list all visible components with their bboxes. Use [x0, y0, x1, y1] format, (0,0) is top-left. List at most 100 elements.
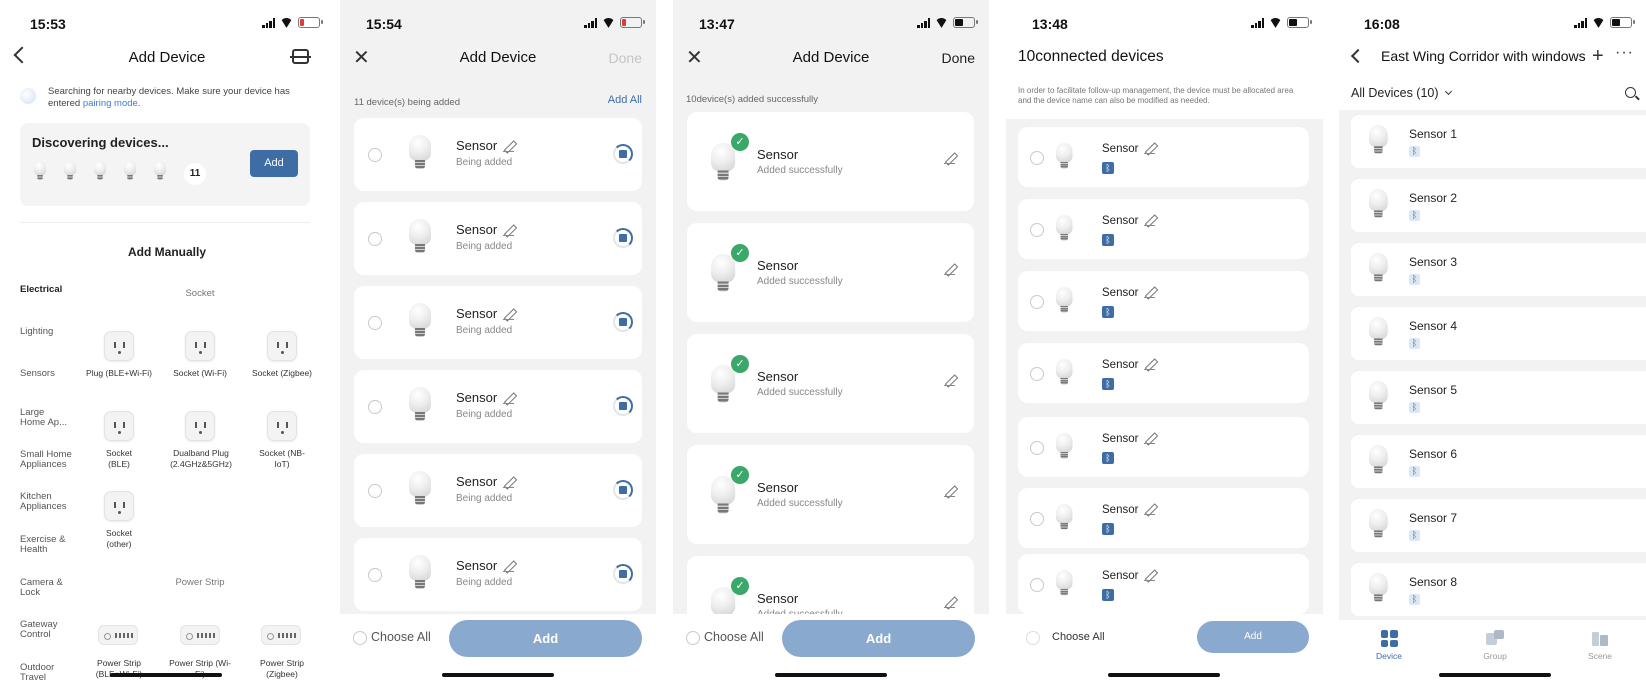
- choose-all-label[interactable]: Choose All: [704, 630, 764, 644]
- choose-all-radio[interactable]: [1026, 631, 1040, 645]
- select-radio[interactable]: [1030, 367, 1044, 381]
- category-electrical[interactable]: Electrical: [20, 285, 80, 295]
- pencil-icon[interactable]: [944, 486, 955, 497]
- device-card[interactable]: ✓ Sensor Added successfully: [687, 112, 974, 211]
- pencil-icon[interactable]: [503, 309, 515, 321]
- pencil-icon[interactable]: [503, 393, 515, 405]
- device-card[interactable]: Sensor Being added: [354, 202, 642, 275]
- choose-all-radio[interactable]: [353, 631, 367, 645]
- device-card[interactable]: Sensor ᛒ: [1018, 199, 1309, 259]
- select-radio[interactable]: [368, 316, 382, 330]
- device-card[interactable]: Sensor 2 ᛒ: [1351, 179, 1646, 232]
- select-radio[interactable]: [1030, 512, 1044, 526]
- pencil-icon[interactable]: [1144, 359, 1156, 371]
- device-card[interactable]: Sensor Being added: [354, 370, 642, 443]
- socket-icon[interactable]: [104, 411, 134, 441]
- device-card[interactable]: Sensor 7 ᛒ: [1351, 499, 1646, 552]
- socket-icon[interactable]: [104, 491, 134, 521]
- device-card[interactable]: Sensor Being added: [354, 454, 642, 527]
- select-radio[interactable]: [368, 148, 382, 162]
- add-all-link[interactable]: Add All: [608, 94, 642, 106]
- add-button[interactable]: Add: [782, 620, 975, 657]
- category-gateway[interactable]: Gateway Control: [20, 620, 68, 640]
- pencil-icon[interactable]: [1144, 287, 1156, 299]
- category-small-home[interactable]: Small Home Appliances: [20, 450, 76, 470]
- device-card[interactable]: ✓ Sensor Added successfully: [687, 556, 974, 625]
- add-button[interactable]: Add: [1197, 621, 1309, 653]
- category-exercise[interactable]: Exercise & Health: [20, 535, 68, 555]
- pencil-icon[interactable]: [503, 477, 515, 489]
- pencil-icon[interactable]: [1144, 504, 1156, 516]
- socket-icon[interactable]: [104, 331, 134, 361]
- power-strip-icon[interactable]: [261, 625, 301, 645]
- device-filter-dropdown[interactable]: All Devices (10): [1351, 86, 1453, 100]
- category-large-home[interactable]: Large Home Ap...: [20, 408, 72, 428]
- pencil-icon[interactable]: [944, 375, 955, 386]
- tab-scene[interactable]: Scene: [1580, 630, 1620, 661]
- category-lighting[interactable]: Lighting: [20, 327, 80, 337]
- device-card[interactable]: ✓ Sensor Added successfully: [687, 223, 974, 322]
- pencil-icon[interactable]: [1144, 215, 1156, 227]
- device-card[interactable]: Sensor 5 ᛒ: [1351, 371, 1646, 424]
- category-kitchen[interactable]: Kitchen Appliances: [20, 492, 72, 512]
- device-card[interactable]: ✓ Sensor Added successfully: [687, 334, 974, 433]
- add-button[interactable]: Add: [449, 620, 642, 657]
- socket-icon[interactable]: [185, 331, 215, 361]
- choose-all-label[interactable]: Choose All: [1052, 631, 1105, 643]
- pencil-icon[interactable]: [503, 225, 515, 237]
- category-camera[interactable]: Camera & Lock: [20, 578, 68, 598]
- device-card[interactable]: Sensor ᛒ: [1018, 488, 1309, 548]
- category-sensors[interactable]: Sensors: [20, 369, 80, 379]
- select-radio[interactable]: [368, 568, 382, 582]
- socket-icon[interactable]: [267, 331, 297, 361]
- socket-icon[interactable]: [185, 411, 215, 441]
- tab-device[interactable]: Device: [1369, 630, 1409, 661]
- device-card[interactable]: Sensor Being added: [354, 538, 642, 611]
- device-card[interactable]: Sensor 8 ᛒ: [1351, 563, 1646, 616]
- select-radio[interactable]: [1030, 441, 1044, 455]
- select-radio[interactable]: [1030, 151, 1044, 165]
- select-radio[interactable]: [1030, 295, 1044, 309]
- more-icon[interactable]: ···: [1615, 44, 1634, 62]
- pencil-icon[interactable]: [944, 153, 955, 164]
- pairing-mode-link[interactable]: pairing mode: [83, 98, 138, 109]
- power-strip-icon[interactable]: [98, 625, 138, 645]
- device-card[interactable]: Sensor Being added: [354, 118, 642, 191]
- done-button[interactable]: Done: [942, 50, 975, 66]
- choose-all-radio[interactable]: [686, 631, 700, 645]
- device-card[interactable]: Sensor 6 ᛒ: [1351, 435, 1646, 488]
- bulb-icon: [409, 303, 431, 341]
- device-card[interactable]: Sensor ᛒ: [1018, 554, 1309, 614]
- pencil-icon[interactable]: [1144, 143, 1156, 155]
- done-button[interactable]: Done: [609, 50, 642, 66]
- device-card[interactable]: Sensor ᛒ: [1018, 271, 1309, 331]
- select-radio[interactable]: [368, 232, 382, 246]
- pencil-icon[interactable]: [503, 561, 515, 573]
- device-card[interactable]: Sensor 1 ᛒ: [1351, 115, 1646, 168]
- pencil-icon[interactable]: [944, 597, 955, 608]
- power-strip-icon[interactable]: [180, 625, 220, 645]
- device-card[interactable]: Sensor ᛒ: [1018, 417, 1309, 477]
- scan-icon[interactable]: [290, 49, 311, 64]
- socket-icon[interactable]: [267, 411, 297, 441]
- select-radio[interactable]: [368, 400, 382, 414]
- select-radio[interactable]: [1030, 578, 1044, 592]
- device-card[interactable]: Sensor Being added: [354, 286, 642, 359]
- pencil-icon[interactable]: [944, 264, 955, 275]
- plus-icon[interactable]: +: [1592, 46, 1604, 66]
- device-card[interactable]: Sensor 4 ᛒ: [1351, 307, 1646, 360]
- device-card[interactable]: Sensor 3 ᛒ: [1351, 243, 1646, 296]
- pencil-icon[interactable]: [1144, 433, 1156, 445]
- device-card[interactable]: Sensor ᛒ: [1018, 127, 1309, 187]
- pencil-icon[interactable]: [503, 141, 515, 153]
- device-card[interactable]: Sensor ᛒ: [1018, 343, 1309, 403]
- device-card[interactable]: ✓ Sensor Added successfully: [687, 445, 974, 544]
- category-outdoor[interactable]: Outdoor Travel: [20, 663, 68, 681]
- select-radio[interactable]: [368, 484, 382, 498]
- choose-all-label[interactable]: Choose All: [371, 630, 431, 644]
- select-radio[interactable]: [1030, 223, 1044, 237]
- tab-group[interactable]: Group: [1475, 630, 1515, 661]
- pencil-icon[interactable]: [1144, 570, 1156, 582]
- search-icon[interactable]: [1625, 87, 1640, 101]
- add-button[interactable]: Add: [250, 150, 298, 177]
